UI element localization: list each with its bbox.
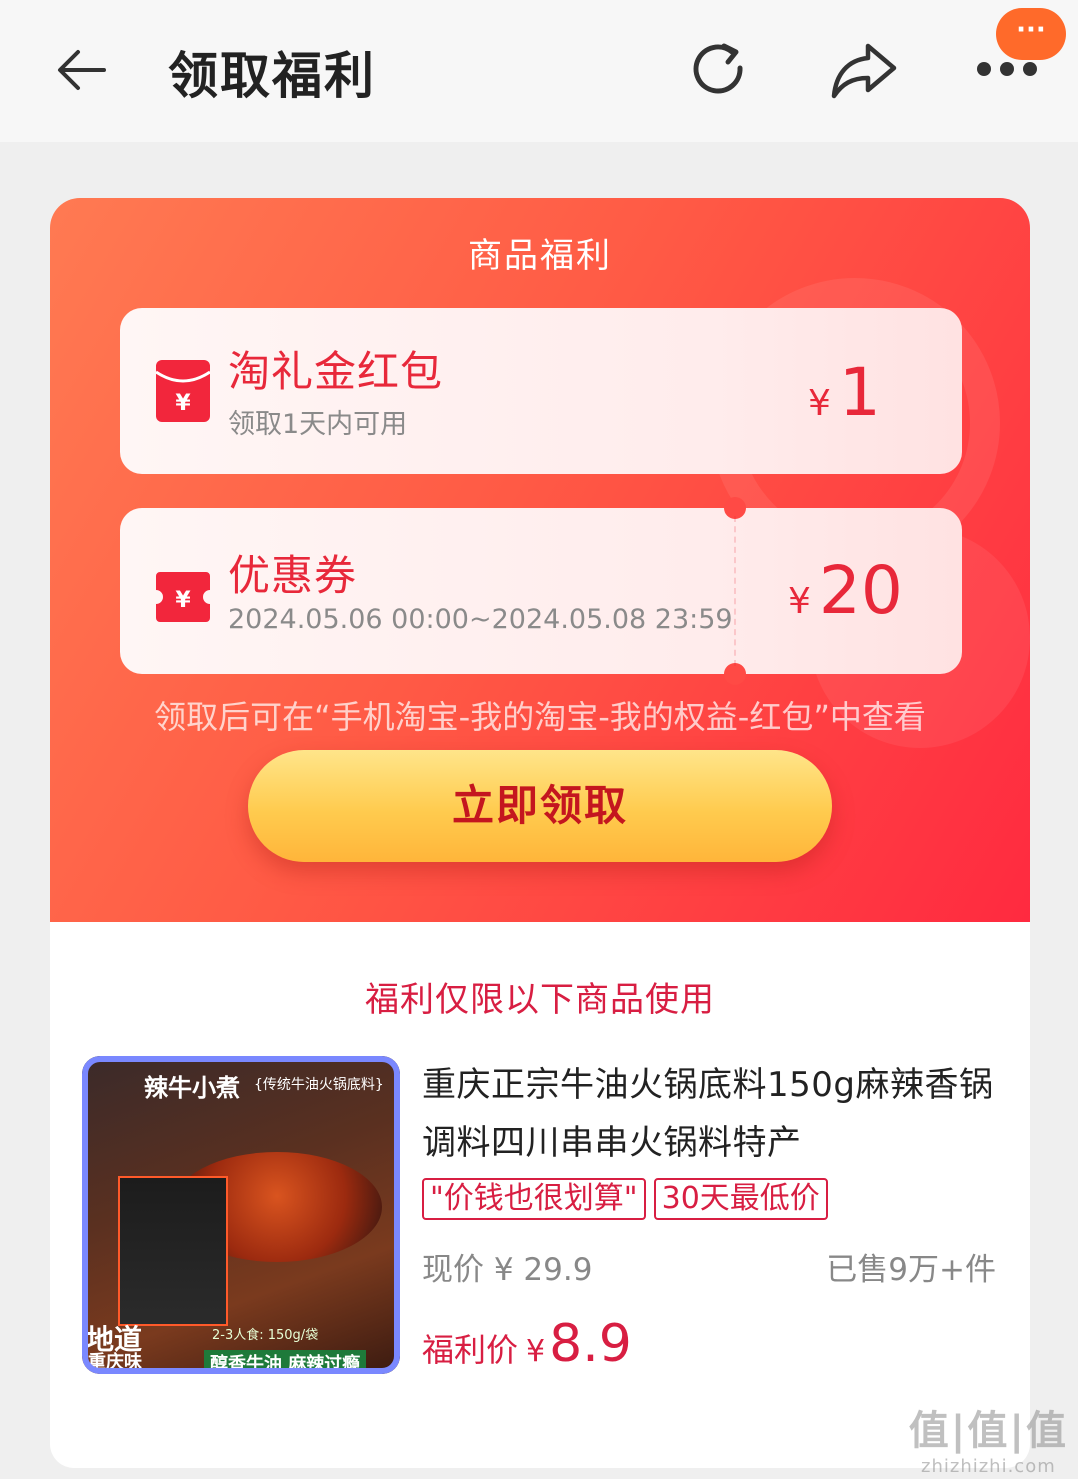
svg-text:¥: ¥ — [175, 391, 191, 416]
usage-limit-note: 福利仅限以下商品使用 — [365, 980, 715, 1020]
welfare-price-value: 8.9 — [549, 1314, 632, 1374]
welfare-panel: 商品福利 ¥ 淘礼金红包 领取1天内可用 ¥1 ¥ 优惠券 2024.05.06… — [50, 198, 1030, 922]
ticket-divider — [734, 516, 736, 666]
svg-text:¥: ¥ — [175, 588, 191, 613]
site-watermark: 值|值|值 zhizhizhi.com — [908, 1408, 1068, 1477]
card-amount: ¥1 — [808, 354, 881, 431]
sold-count: 已售9万+件 — [826, 1252, 996, 1288]
floating-menu-badge[interactable]: ··· — [996, 8, 1066, 60]
claim-now-button[interactable]: 立即领取 — [248, 750, 832, 862]
product-tags: "价钱也很划算" 30天最低价 — [422, 1178, 836, 1220]
welfare-price-currency: ¥ — [526, 1334, 546, 1369]
refresh-icon[interactable] — [686, 38, 750, 102]
product-tag: "价钱也很划算" — [422, 1178, 646, 1220]
welfare-price: 福利价 ¥8.9 — [422, 1314, 632, 1374]
card-name: 淘礼金红包 — [228, 347, 444, 396]
product-section: 福利仅限以下商品使用 辣牛小煮 {传统牛油火锅底料} 2-3人食: 150g/袋… — [50, 922, 1030, 1468]
welfare-price-label: 福利价 — [422, 1331, 519, 1369]
coupon-card[interactable]: ¥ 优惠券 2024.05.06 00:00~2024.05.08 23:59 … — [120, 497, 962, 685]
red-envelope-icon: ¥ — [156, 360, 210, 422]
image-frame — [82, 1056, 400, 1374]
back-arrow-icon[interactable] — [52, 40, 112, 100]
card-validity: 2024.05.06 00:00~2024.05.08 23:59 — [228, 604, 733, 635]
page-title: 领取福利 — [168, 47, 376, 105]
claim-hint: 领取后可在“手机淘宝-我的淘宝-我的权益-红包”中查看 — [154, 698, 926, 736]
card-name: 优惠券 — [228, 551, 358, 600]
product-tag: 30天最低价 — [653, 1178, 828, 1220]
share-icon[interactable] — [828, 38, 900, 102]
ticket-notch — [724, 663, 746, 685]
product-image[interactable]: 辣牛小煮 {传统牛油火锅底料} 2-3人食: 150g/袋 地道 重庆味 醇香牛… — [82, 1056, 400, 1374]
card-amount: ¥20 — [788, 552, 903, 629]
product-title[interactable]: 重庆正宗牛油火锅底料150g麻辣香锅调料四川串串火锅料特产 — [422, 1056, 1012, 1172]
top-bar: 领取福利 — [0, 0, 1078, 142]
card-validity: 领取1天内可用 — [228, 409, 408, 440]
red-envelope-card[interactable]: ¥ 淘礼金红包 领取1天内可用 ¥1 — [120, 308, 962, 474]
coupon-ticket-icon: ¥ — [156, 572, 210, 622]
current-price: 现价 ¥ 29.9 — [422, 1252, 593, 1288]
panel-title: 商品福利 — [468, 236, 612, 276]
